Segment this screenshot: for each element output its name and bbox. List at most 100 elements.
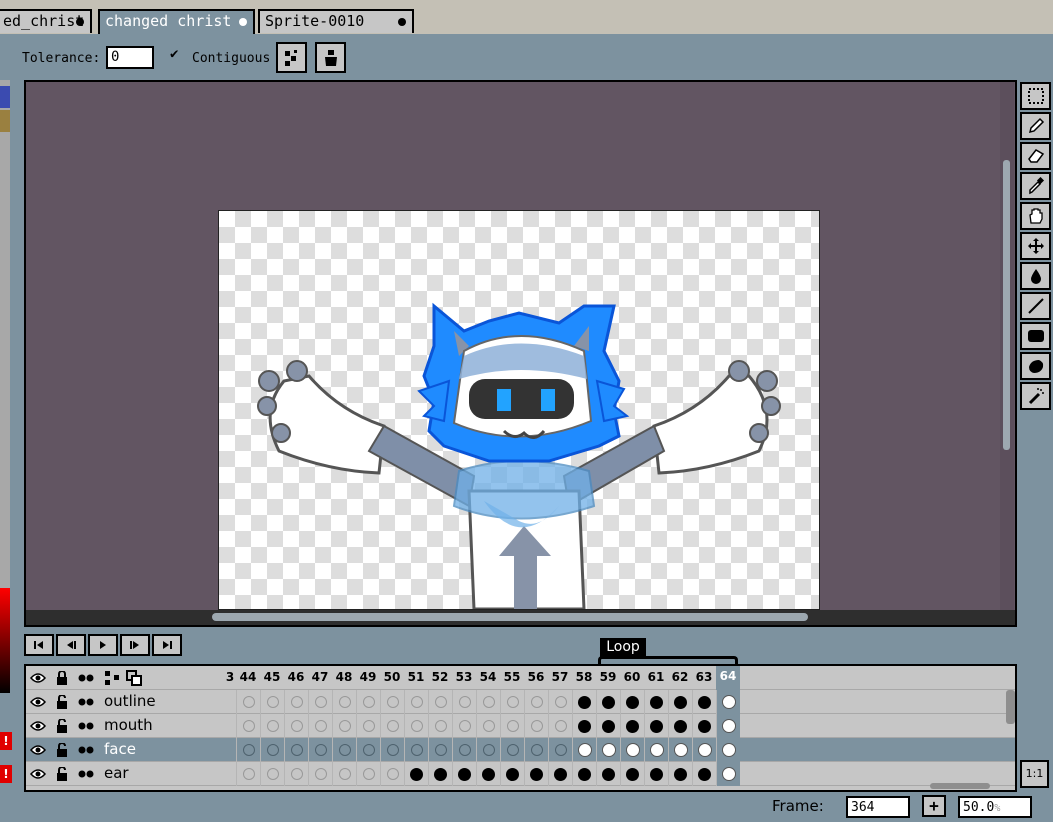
frame-number[interactable]: 57 xyxy=(548,670,572,684)
continuous-header-icon[interactable] xyxy=(76,668,96,688)
layer-row-outline[interactable]: outline xyxy=(26,690,1015,714)
cel[interactable] xyxy=(692,714,716,738)
layer-tree-icon[interactable] xyxy=(102,668,122,688)
layer-row-mouth[interactable]: mouth xyxy=(26,714,1015,738)
cel[interactable] xyxy=(596,738,620,762)
tool-hand[interactable] xyxy=(1020,202,1051,230)
cel[interactable] xyxy=(548,762,572,786)
empty-cel[interactable] xyxy=(236,690,260,714)
play-button[interactable] xyxy=(88,634,118,656)
empty-cel[interactable] xyxy=(332,690,356,714)
cel[interactable] xyxy=(572,690,596,714)
lock-icon[interactable] xyxy=(52,764,72,784)
tool-paint-bucket[interactable] xyxy=(1020,262,1051,290)
empty-cel[interactable] xyxy=(404,714,428,738)
cel[interactable] xyxy=(716,690,740,714)
frame-number[interactable]: 53 xyxy=(452,670,476,684)
cel[interactable] xyxy=(428,762,452,786)
tool-rectangle[interactable] xyxy=(1020,322,1051,350)
visibility-eye-icon[interactable] xyxy=(28,692,48,712)
cel[interactable] xyxy=(620,762,644,786)
frame-input[interactable]: 364 xyxy=(846,796,910,818)
tool-contour[interactable] xyxy=(1020,352,1051,380)
cel[interactable] xyxy=(668,738,692,762)
cel[interactable] xyxy=(500,762,524,786)
empty-cel[interactable] xyxy=(260,762,284,786)
frame-number[interactable]: 61 xyxy=(644,670,668,684)
empty-cel[interactable] xyxy=(524,690,548,714)
pixel-connectivity-button[interactable] xyxy=(276,42,307,73)
empty-cel[interactable] xyxy=(308,762,332,786)
cel[interactable] xyxy=(452,762,476,786)
empty-cel[interactable] xyxy=(284,690,308,714)
lock-icon[interactable] xyxy=(52,692,72,712)
empty-cel[interactable] xyxy=(524,738,548,762)
frame-number[interactable]: 54 xyxy=(476,670,500,684)
empty-cel[interactable] xyxy=(500,738,524,762)
empty-cel[interactable] xyxy=(260,690,284,714)
empty-cel[interactable] xyxy=(236,762,260,786)
tool-spray[interactable] xyxy=(1020,382,1051,410)
next-frame-button[interactable] xyxy=(120,634,150,656)
empty-cel[interactable] xyxy=(452,738,476,762)
frame-number[interactable]: 46 xyxy=(284,670,308,684)
cel[interactable] xyxy=(596,714,620,738)
empty-cel[interactable] xyxy=(500,690,524,714)
layer-name[interactable]: face xyxy=(104,740,136,758)
add-frame-button[interactable]: + xyxy=(922,795,946,817)
cel[interactable] xyxy=(572,762,596,786)
visibility-eye-icon[interactable] xyxy=(28,716,48,736)
continuous-icon[interactable] xyxy=(76,740,96,760)
empty-cel[interactable] xyxy=(356,690,380,714)
cel[interactable] xyxy=(644,762,668,786)
cel[interactable] xyxy=(692,762,716,786)
empty-cel[interactable] xyxy=(260,738,284,762)
lock-icon[interactable] xyxy=(52,740,72,760)
cel[interactable] xyxy=(572,738,596,762)
empty-cel[interactable] xyxy=(500,714,524,738)
frame-number[interactable]: 51 xyxy=(404,670,428,684)
cel[interactable] xyxy=(692,690,716,714)
frame-number[interactable]: 63 xyxy=(692,670,716,684)
cel[interactable] xyxy=(668,714,692,738)
frame-number[interactable]: 60 xyxy=(620,670,644,684)
cel[interactable] xyxy=(620,690,644,714)
cel[interactable] xyxy=(404,762,428,786)
cel[interactable] xyxy=(644,714,668,738)
empty-cel[interactable] xyxy=(284,762,308,786)
layer-name[interactable]: outline xyxy=(104,692,156,710)
warning-icon[interactable]: ! xyxy=(0,765,12,783)
layer-name[interactable]: mouth xyxy=(104,716,153,734)
previous-frame-button[interactable] xyxy=(56,634,86,656)
cel[interactable] xyxy=(596,762,620,786)
canvas-vertical-scroll-thumb[interactable] xyxy=(1003,160,1010,450)
zoom-1to1-button[interactable]: 1:1 xyxy=(1020,760,1049,788)
empty-cel[interactable] xyxy=(476,738,500,762)
timeline-vertical-scroll-thumb[interactable] xyxy=(1006,690,1015,724)
empty-cel[interactable] xyxy=(332,714,356,738)
cel[interactable] xyxy=(572,714,596,738)
empty-cel[interactable] xyxy=(548,690,572,714)
frame-number[interactable]: 59 xyxy=(596,670,620,684)
lock-icon[interactable] xyxy=(52,716,72,736)
empty-cel[interactable] xyxy=(356,762,380,786)
empty-cel[interactable] xyxy=(452,690,476,714)
cel[interactable] xyxy=(668,762,692,786)
layer-row-face[interactable]: face xyxy=(26,738,1015,762)
empty-cel[interactable] xyxy=(380,714,404,738)
warning-icon[interactable]: ! xyxy=(0,732,12,750)
tool-move[interactable] xyxy=(1020,232,1051,260)
tool-marquee[interactable] xyxy=(1020,82,1051,110)
continuous-icon[interactable] xyxy=(76,764,96,784)
empty-cel[interactable] xyxy=(356,738,380,762)
frame-number[interactable]: 64 xyxy=(716,666,740,690)
paint-bucket-mode-button[interactable] xyxy=(315,42,346,73)
empty-cel[interactable] xyxy=(260,714,284,738)
tab-ed-christ[interactable]: ed_christ xyxy=(0,9,92,33)
frame-number[interactable]: 55 xyxy=(500,670,524,684)
empty-cel[interactable] xyxy=(308,738,332,762)
continuous-icon[interactable] xyxy=(76,692,96,712)
cel[interactable] xyxy=(620,738,644,762)
cel[interactable] xyxy=(524,762,548,786)
first-frame-button[interactable] xyxy=(24,634,54,656)
